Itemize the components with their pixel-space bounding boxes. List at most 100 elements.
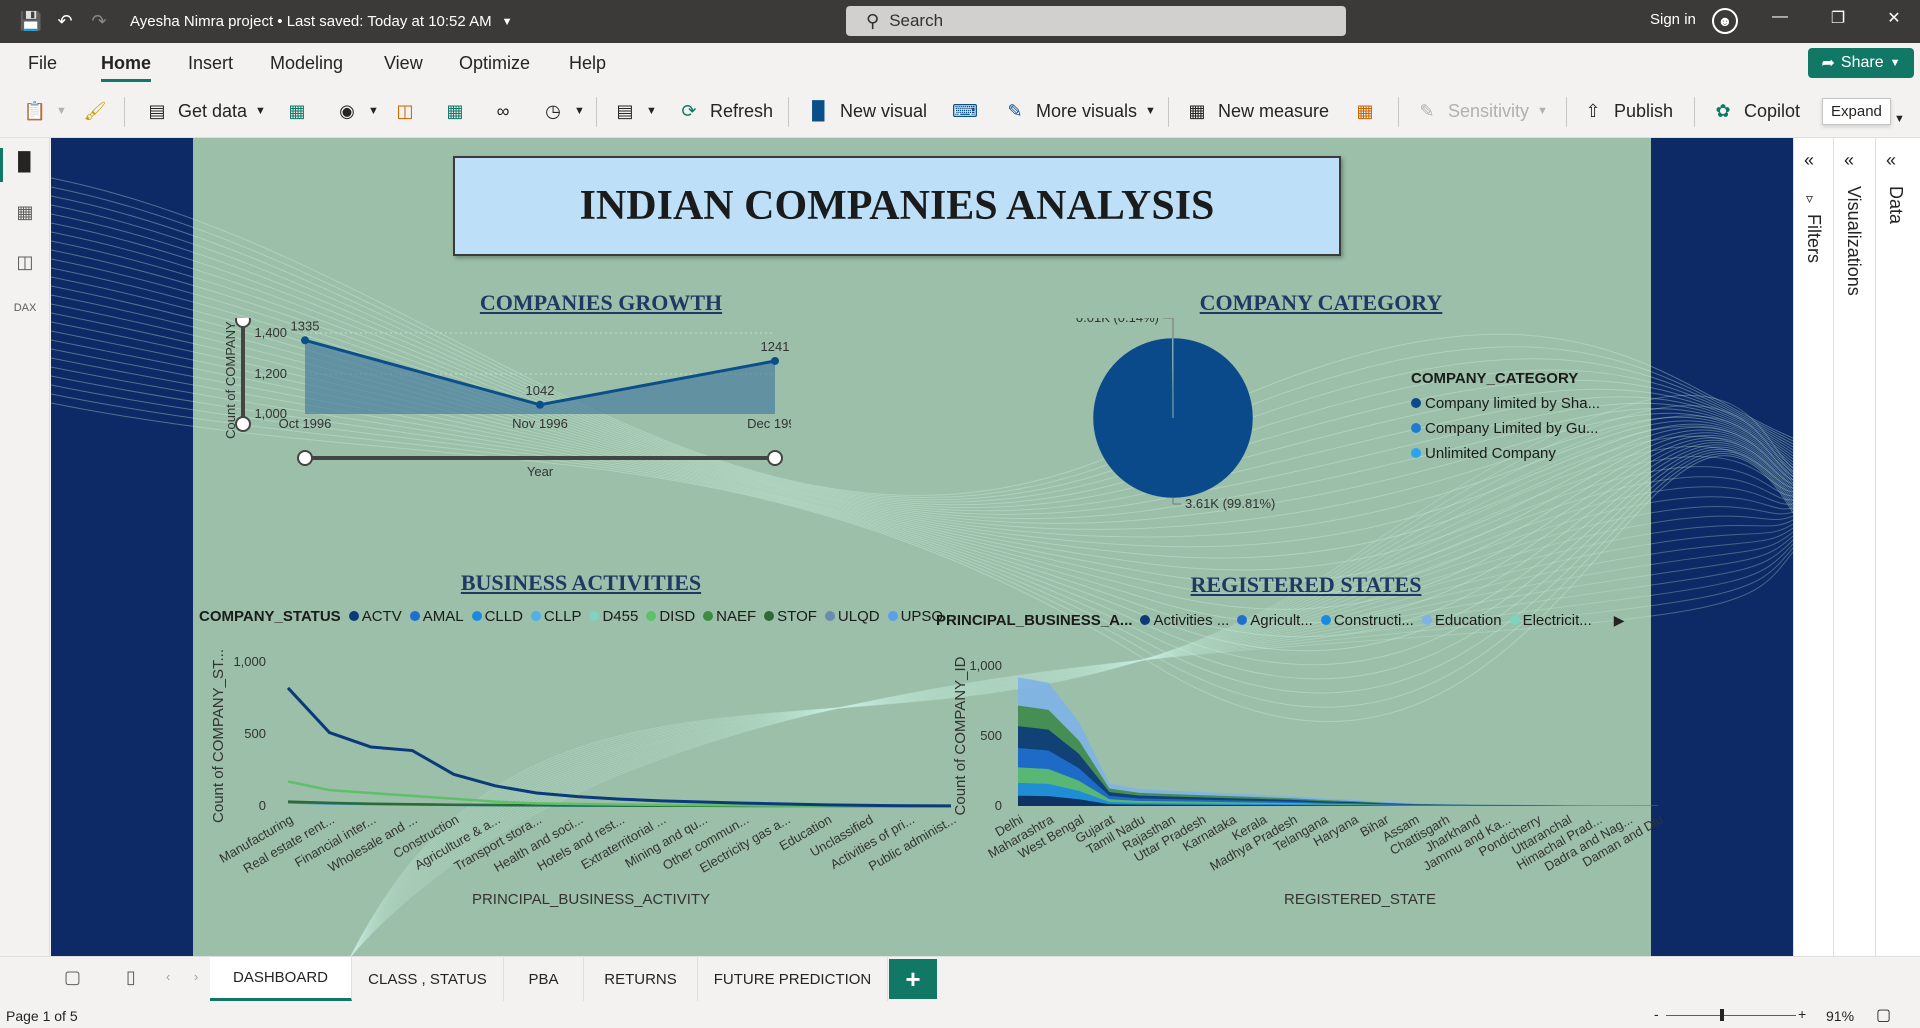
- tab-class-status[interactable]: CLASS , STATUS: [352, 957, 504, 1001]
- legend-item[interactable]: CLLP: [530, 608, 581, 625]
- legend-item[interactable]: CLLD: [471, 608, 523, 625]
- legend-item[interactable]: STOF: [764, 608, 817, 625]
- legend-item[interactable]: Electricit...: [1509, 612, 1592, 629]
- states-title: REGISTERED STATES: [1190, 572, 1422, 597]
- copilot-label: Copilot: [1744, 100, 1801, 121]
- tab-pba[interactable]: PBA: [504, 957, 584, 1001]
- dataset-button[interactable]: ◷ ▼: [540, 97, 585, 125]
- add-page-button[interactable]: +: [889, 959, 937, 999]
- legend-item[interactable]: AMAL: [409, 608, 464, 625]
- title-dropdown-icon[interactable]: ▼: [502, 16, 513, 28]
- growth-chart[interactable]: 1335Oct 19961042Nov 19961241Dec 19961,40…: [201, 318, 791, 538]
- legend-item[interactable]: Education: [1421, 612, 1502, 629]
- transform-button[interactable]: ▤ ▼: [612, 97, 656, 125]
- save-icon[interactable]: 💾: [14, 5, 48, 39]
- copilot-button[interactable]: ✿ Copilot: [1710, 97, 1800, 125]
- legend-next-icon[interactable]: ▶: [1614, 612, 1625, 629]
- share-button[interactable]: ➦ Share ▼: [1808, 48, 1914, 78]
- menu-home[interactable]: Home: [101, 53, 152, 82]
- legend-item[interactable]: Agricult...: [1237, 612, 1313, 629]
- legend-marker: [1237, 615, 1248, 625]
- report-view-icon[interactable]: ▉: [0, 148, 38, 182]
- refresh-label: Refresh: [710, 100, 774, 121]
- menu-insert[interactable]: Insert: [188, 53, 233, 74]
- filters-pane[interactable]: « ▿ Filters: [1793, 138, 1833, 956]
- menu-help[interactable]: Help: [569, 53, 606, 74]
- calculator-icon: ▦: [1188, 100, 1206, 121]
- excel-icon: ▦: [288, 100, 306, 121]
- prev-page-icon[interactable]: ‹: [166, 969, 170, 984]
- paste-button[interactable]: 📋 ▼: [22, 97, 67, 125]
- legend-item[interactable]: Constructi...: [1320, 612, 1414, 629]
- new-measure-button[interactable]: ▦ New measure: [1184, 97, 1329, 125]
- chevron-left-icon[interactable]: «: [1886, 150, 1896, 171]
- signin-link[interactable]: Sign in: [1650, 11, 1696, 28]
- mobile-layout-icon[interactable]: ▯: [126, 967, 136, 988]
- legend-item[interactable]: UPSO: [887, 608, 943, 625]
- zoom-slider-thumb[interactable]: [1720, 1009, 1724, 1021]
- legend-item[interactable]: Activities ...: [1140, 612, 1229, 629]
- minimize-icon[interactable]: —: [1765, 8, 1795, 34]
- more-visuals-button[interactable]: ✎ More visuals ▼: [1002, 97, 1155, 125]
- enter-data-button[interactable]: ▦: [442, 97, 476, 125]
- legend-item[interactable]: Unlimited Company: [1411, 445, 1600, 462]
- legend-item[interactable]: DISD: [646, 608, 695, 625]
- format-painter-button[interactable]: 🖌: [82, 97, 116, 125]
- avatar-icon[interactable]: ☻: [1712, 8, 1738, 34]
- sensitivity-button[interactable]: ✎ Sensitivity ▼: [1414, 97, 1547, 125]
- dataverse-button[interactable]: ◉ ▼: [334, 97, 379, 125]
- dax-query-view-icon[interactable]: DAX: [12, 302, 38, 328]
- activities-chart[interactable]: 1,0005000Count of COMPANY_ST...Manufactu…: [196, 628, 966, 918]
- desktop-layout-icon[interactable]: ▢: [64, 967, 81, 988]
- ribbon-collapse-icon[interactable]: ▼: [1894, 105, 1905, 133]
- visualizations-label: Visualizations: [1844, 186, 1864, 296]
- zoom-out-icon[interactable]: -: [1654, 1006, 1659, 1022]
- slider-handle: [767, 450, 783, 466]
- data-label: 1042: [526, 383, 555, 398]
- tab-returns[interactable]: RETURNS: [584, 957, 698, 1001]
- legend-label: Unlimited Company: [1425, 445, 1556, 462]
- zoom-in-icon[interactable]: +: [1798, 1006, 1806, 1022]
- zoom-slider[interactable]: [1666, 1015, 1796, 1016]
- fit-to-page-icon[interactable]: ▢: [1876, 1005, 1891, 1025]
- close-icon[interactable]: ✕: [1879, 8, 1909, 34]
- menu-optimize[interactable]: Optimize: [459, 53, 530, 74]
- visualizations-pane[interactable]: « Visualizations: [1833, 138, 1875, 956]
- legend-item[interactable]: Company Limited by Gu...: [1411, 420, 1600, 437]
- text-box-icon: ⌨: [952, 100, 978, 121]
- new-visual-button[interactable]: ▉ New visual: [806, 97, 927, 125]
- chevron-left-icon[interactable]: «: [1844, 150, 1854, 171]
- file-title[interactable]: Ayesha Nimra project • Last saved: Today…: [130, 13, 492, 30]
- legend-item[interactable]: NAEF: [703, 608, 756, 625]
- legend-item[interactable]: Company limited by Sha...: [1411, 395, 1600, 412]
- quick-measure-button[interactable]: ▦: [1352, 97, 1386, 125]
- tab-dashboard[interactable]: DASHBOARD: [210, 957, 352, 1001]
- legend-item[interactable]: D455: [589, 608, 638, 625]
- table-view-icon[interactable]: ▦: [12, 202, 38, 228]
- publish-button[interactable]: ⇧ Publish: [1580, 97, 1673, 125]
- excel-button[interactable]: ▦: [284, 97, 318, 125]
- menu-modeling[interactable]: Modeling: [270, 53, 343, 74]
- states-chart[interactable]: 1,0005000Count of COMPANY_IDDelhiMaharas…: [936, 632, 1676, 922]
- legend-item[interactable]: ULQD: [824, 608, 880, 625]
- menu-file[interactable]: File: [28, 53, 57, 74]
- text-box-button[interactable]: ⌨: [952, 97, 986, 125]
- redo-icon[interactable]: ↷: [82, 5, 116, 39]
- sql-button[interactable]: ◫: [392, 97, 426, 125]
- growth-title: COMPANIES GROWTH: [479, 290, 723, 315]
- category-pie-chart[interactable]: 0.01K (0.14%) 3.61K (99.81%): [1051, 318, 1451, 538]
- chevron-left-icon[interactable]: «: [1804, 150, 1814, 171]
- restore-icon[interactable]: ❐: [1823, 8, 1853, 34]
- x-axis-title: Year: [527, 464, 554, 479]
- undo-icon[interactable]: ↶: [48, 5, 82, 39]
- recent-sources-button[interactable]: ∞: [490, 97, 524, 125]
- refresh-button[interactable]: ⟳ Refresh: [676, 97, 773, 125]
- next-page-icon[interactable]: ›: [194, 969, 198, 984]
- tab-future-prediction[interactable]: FUTURE PREDICTION: [698, 957, 888, 1001]
- get-data-button[interactable]: ▤ Get data ▼: [144, 97, 265, 125]
- search-box[interactable]: ⚲ Search: [846, 6, 1346, 36]
- legend-item[interactable]: ACTV: [348, 608, 402, 625]
- menu-view[interactable]: View: [384, 53, 423, 74]
- model-view-icon[interactable]: ◫: [12, 252, 38, 278]
- data-pane[interactable]: « Data: [1875, 138, 1920, 956]
